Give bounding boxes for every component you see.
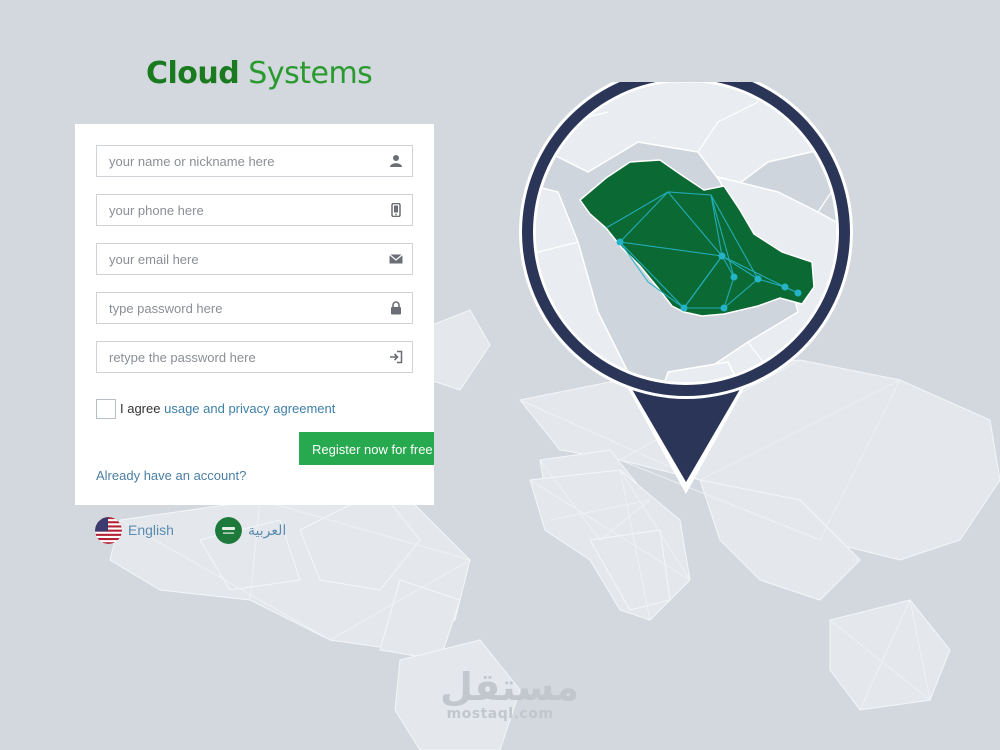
logo-word-cloud: Cloud bbox=[146, 56, 240, 91]
email-field[interactable] bbox=[96, 243, 413, 275]
user-icon bbox=[390, 155, 402, 167]
phone-icon bbox=[391, 203, 401, 217]
agreement-link[interactable]: usage and privacy agreement bbox=[164, 401, 335, 416]
app-logo: Cloud Systems bbox=[146, 56, 373, 91]
agree-checkbox[interactable] bbox=[96, 399, 116, 419]
registration-form: I agree usage and privacy agreement Regi… bbox=[75, 124, 434, 505]
logo-word-systems: Systems bbox=[248, 56, 373, 91]
us-flag-icon bbox=[95, 516, 122, 544]
phone-input[interactable] bbox=[109, 195, 379, 225]
password-field[interactable] bbox=[96, 292, 413, 324]
sign-in-icon bbox=[390, 350, 403, 364]
location-pin-map bbox=[519, 82, 853, 494]
name-input[interactable] bbox=[109, 146, 379, 176]
saudi-flag-icon bbox=[215, 516, 242, 544]
login-link[interactable]: Already have an account? bbox=[96, 468, 246, 483]
phone-field[interactable] bbox=[96, 194, 413, 226]
language-english[interactable]: English bbox=[95, 516, 174, 544]
language-arabic[interactable]: العربية bbox=[215, 516, 286, 544]
watermark: مستقل mostaql.com bbox=[440, 665, 579, 722]
envelope-icon bbox=[389, 254, 403, 264]
lock-icon bbox=[391, 301, 401, 315]
watermark-url: mostaql.com bbox=[446, 706, 554, 722]
watermark-arabic: مستقل bbox=[440, 665, 579, 709]
language-arabic-label: العربية bbox=[248, 521, 287, 538]
name-field[interactable] bbox=[96, 145, 413, 177]
confirm-password-field[interactable] bbox=[96, 341, 413, 373]
agree-prefix: I agree bbox=[120, 401, 161, 416]
confirm-password-input[interactable] bbox=[109, 342, 379, 372]
password-input[interactable] bbox=[109, 293, 379, 323]
language-english-label: English bbox=[128, 522, 174, 538]
email-input[interactable] bbox=[109, 244, 379, 274]
agree-label: I agree usage and privacy agreement bbox=[120, 401, 335, 416]
register-button[interactable]: Register now for free bbox=[299, 432, 434, 465]
